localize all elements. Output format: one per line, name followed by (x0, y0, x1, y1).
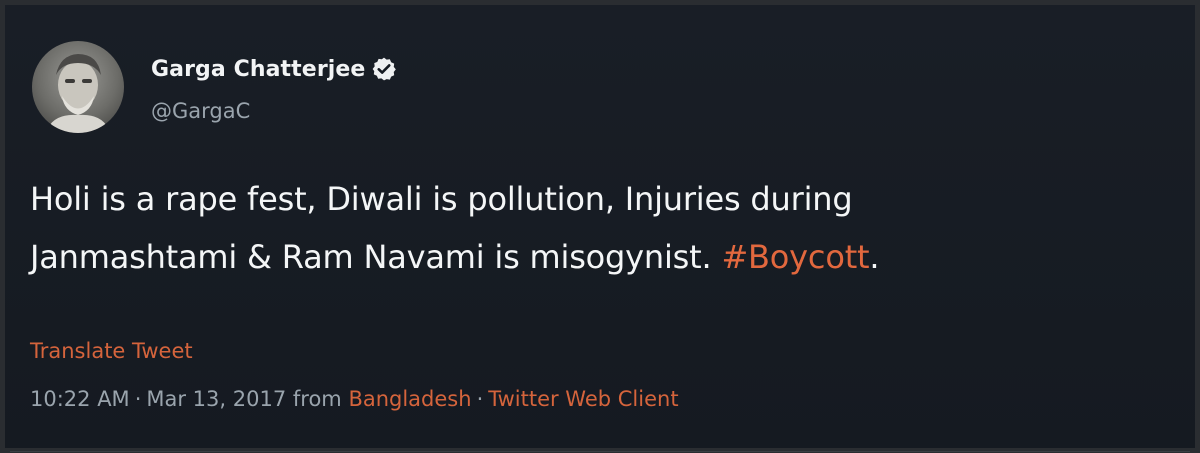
hashtag-link[interactable]: #Boycott (721, 238, 869, 276)
tweet-text: Holi is a rape fest, Diwali is pollution… (30, 170, 1180, 286)
tweet-text-line-2-body: Janmashtami & Ram Navami is misogynist. (30, 238, 712, 276)
from-label: from (292, 387, 342, 411)
translate-tweet-link[interactable]: Translate Tweet (30, 339, 193, 363)
client-link[interactable]: Twitter Web Client (488, 387, 678, 411)
tweet-card: Garga Chatterjee @GargaC Holi is a rape … (0, 0, 1200, 453)
display-name[interactable]: Garga Chatterjee (151, 57, 365, 82)
tweet-metadata: 10:22 AM · Mar 13, 2017 from Bangladesh · Tw… (30, 387, 679, 411)
verified-badge-icon (373, 57, 397, 81)
tweet-date[interactable]: Mar 13, 2017 (146, 387, 286, 411)
divider (10, 451, 1190, 452)
avatar[interactable] (32, 41, 124, 133)
separator-dot: · (134, 387, 142, 411)
tweet-text-trailing: . (869, 238, 880, 276)
user-name-row[interactable]: Garga Chatterjee (151, 51, 397, 87)
user-handle[interactable]: @GargaC (151, 99, 250, 123)
location-link[interactable]: Bangladesh (348, 387, 471, 411)
separator-dot: · (476, 387, 484, 411)
tweet-text-line-1: Holi is a rape fest, Diwali is pollution… (30, 180, 853, 218)
tweet-time[interactable]: 10:22 AM (30, 387, 130, 411)
tweet-text-line-2: Janmashtami & Ram Navami is misogynist. … (30, 228, 1180, 286)
